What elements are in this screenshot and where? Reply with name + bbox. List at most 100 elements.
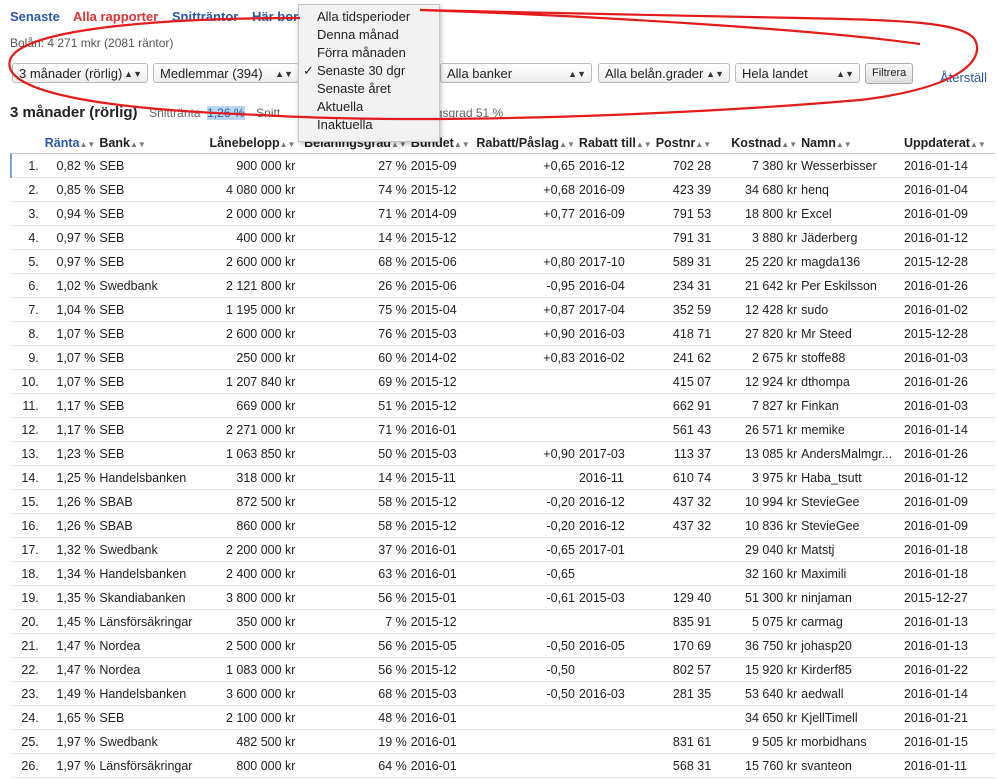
members-select[interactable]: Medlemmar (394) ▲▼ xyxy=(153,63,299,83)
col-header-postcode[interactable]: Postnr▲▼ xyxy=(653,133,730,154)
row-index: 16. xyxy=(11,513,43,538)
table-row[interactable]: 19. 1,35 % Skandiabanken 3 800 000 kr 56 % 20… xyxy=(11,585,995,610)
binding-period-select[interactable]: 3 månader (rörlig) ▲▼ xyxy=(12,63,148,83)
ltv-cell: 58 % xyxy=(297,489,409,514)
banks-select[interactable]: Alla banker ▲▼ xyxy=(440,63,592,83)
filter-button[interactable]: Filtrera xyxy=(865,63,914,84)
table-row[interactable]: 10. 1,07 % SEB 1 207 840 kr 69 % 2015-12 415 0… xyxy=(11,369,995,394)
table-row[interactable]: 5. 0,97 % SEB 2 600 000 kr 68 % 2015-06 +0,80 2… xyxy=(11,249,995,274)
col-header-updated[interactable]: Uppdaterat▲▼ xyxy=(901,133,995,154)
dropdown-option[interactable]: Aktuella xyxy=(299,98,439,116)
col-header-label: Rabatt till xyxy=(578,136,636,150)
table-row[interactable]: 7. 1,04 % SEB 1 195 000 kr 75 % 2015-04 +0,87 2… xyxy=(11,297,995,322)
ltv-cell: 69 % xyxy=(297,369,409,394)
reset-link[interactable]: Återställ xyxy=(940,70,987,85)
sort-icon: ▲▼ xyxy=(635,140,652,149)
bound-cell: 2015-03 xyxy=(408,441,475,466)
cost-cell: 34 650 kr xyxy=(729,705,800,730)
bound-cell: 2015-04 xyxy=(408,297,475,322)
table-row[interactable]: 24. 1,65 % SEB 2 100 000 kr 48 % 2016-01 34 65… xyxy=(11,705,995,730)
table-row[interactable]: 23. 1,49 % Handelsbanken 3 600 000 kr 68 % 20… xyxy=(11,681,995,706)
row-index: 13. xyxy=(11,441,43,466)
discount-cell xyxy=(474,369,577,394)
table-row[interactable]: 4. 0,97 % SEB 400 000 kr 14 % 2015-12 791 31 3 … xyxy=(11,225,995,250)
col-header-amount[interactable]: Lånebelopp▲▼ xyxy=(207,133,298,154)
postcode-cell: 561 43 xyxy=(653,417,730,442)
col-header-name[interactable]: Namn▲▼ xyxy=(799,133,902,154)
dropdown-option[interactable]: Alla tidsperioder xyxy=(299,8,439,26)
dropdown-option[interactable]: Inaktuella xyxy=(299,116,439,134)
name-cell: aedwall xyxy=(799,681,902,706)
col-header-bank[interactable]: Bank▲▼ xyxy=(97,133,208,154)
updated-cell: 2016-01-03 xyxy=(901,345,995,370)
rate-cell: 1,26 % xyxy=(42,513,98,538)
dropdown-option[interactable]: Förra månaden xyxy=(299,44,439,62)
discount-until-cell xyxy=(576,729,654,754)
col-header-rate[interactable]: Ränta▲▼ xyxy=(42,133,98,154)
table-row[interactable]: 20. 1,45 % Länsförsäkringar 350 000 kr 7 % 20… xyxy=(11,609,995,634)
col-header-cost[interactable]: Kostnad▲▼ xyxy=(729,133,800,154)
ltv-cell: 58 % xyxy=(297,513,409,538)
table-row[interactable]: 3. 0,94 % SEB 2 000 000 kr 71 % 2014-09 +0,77 2… xyxy=(11,201,995,226)
table-row[interactable]: 2. 0,85 % SEB 4 080 000 kr 74 % 2015-12 +0,68 2… xyxy=(11,177,995,202)
table-row[interactable]: 21. 1,47 % Nordea 2 500 000 kr 56 % 2015-05 -0… xyxy=(11,633,995,658)
option-label: Aktuella xyxy=(317,99,364,114)
bank-cell: Skandiabanken xyxy=(97,585,208,610)
table-row[interactable]: 12. 1,17 % SEB 2 271 000 kr 71 % 2016-01 561 4… xyxy=(11,417,995,442)
amount-cell: 2 600 000 kr xyxy=(207,321,298,346)
table-row[interactable]: 25. 1,97 % Swedbank 482 500 kr 19 % 2016-01 83… xyxy=(11,729,995,754)
region-select[interactable]: Hela landet ▲▼ xyxy=(735,63,860,83)
nav-alla-rapporter[interactable]: Alla rapporter xyxy=(73,9,158,24)
table-row[interactable]: 8. 1,07 % SEB 2 600 000 kr 76 % 2015-03 +0,90 2… xyxy=(11,321,995,346)
checkmark-icon: ✓ xyxy=(303,63,314,78)
table-row[interactable]: 22. 1,47 % Nordea 1 083 000 kr 56 % 2015-12 -0… xyxy=(11,657,995,682)
bank-cell: SEB xyxy=(97,249,208,274)
select-arrows-icon: ▲▼ xyxy=(836,69,854,79)
bound-cell: 2016-01 xyxy=(408,561,475,586)
rate-cell: 1,65 % xyxy=(42,705,98,730)
row-index: 20. xyxy=(11,609,43,634)
amount-cell: 1 083 000 kr xyxy=(207,657,298,682)
ltv-cell: 76 % xyxy=(297,321,409,346)
table-row[interactable]: 15. 1,26 % SBAB 872 500 kr 58 % 2015-12 -0,20 2… xyxy=(11,489,995,514)
col-header-discount[interactable]: Rabatt/Påslag▲▼ xyxy=(474,133,577,154)
name-cell: AndersMalmgr... xyxy=(799,441,902,466)
table-row[interactable]: 16. 1,26 % SBAB 860 000 kr 58 % 2015-12 -0,20 2… xyxy=(11,513,995,538)
ltv-cell: 56 % xyxy=(297,585,409,610)
discount-until-cell xyxy=(576,561,654,586)
name-cell: johasp20 xyxy=(799,633,902,658)
dropdown-option[interactable]: ✓ Senaste 30 dgr xyxy=(299,62,439,80)
table-row[interactable]: 13. 1,23 % SEB 1 063 850 kr 50 % 2015-03 +0,90… xyxy=(11,441,995,466)
discount-cell: +0,77 xyxy=(474,201,577,226)
nav-senaste[interactable]: Senaste xyxy=(10,9,60,24)
ltv-select[interactable]: Alla belån.grader ▲▼ xyxy=(598,63,730,83)
nav-snittrantor[interactable]: Snitträntor xyxy=(172,9,238,24)
rate-cell: 1,49 % xyxy=(42,681,98,706)
postcode-cell: 281 35 xyxy=(653,681,730,706)
bound-cell: 2015-05 xyxy=(408,633,475,658)
discount-cell: -0,65 xyxy=(474,537,577,562)
table-row[interactable]: 18. 1,34 % Handelsbanken 2 400 000 kr 63 % 20… xyxy=(11,561,995,586)
cost-cell: 53 640 kr xyxy=(729,681,800,706)
table-row[interactable]: 14. 1,25 % Handelsbanken 318 000 kr 14 % 2015… xyxy=(11,465,995,490)
cost-cell: 3 975 kr xyxy=(729,465,800,490)
bound-cell: 2015-01 xyxy=(408,585,475,610)
table-row[interactable]: 6. 1,02 % Swedbank 2 121 800 kr 26 % 2015-06-… xyxy=(11,273,995,298)
discount-until-cell: 2016-09 xyxy=(576,177,654,202)
dropdown-option[interactable]: Denna månad xyxy=(299,26,439,44)
summary-partial: Snitt xyxy=(256,106,281,120)
dropdown-option[interactable]: Senaste året xyxy=(299,80,439,98)
avg-rate-value: 1,26 % xyxy=(207,106,245,120)
updated-cell: 2016-01-09 xyxy=(901,201,995,226)
table-row[interactable]: 11. 1,17 % SEB 669 000 kr 51 % 2015-12 662 91 7… xyxy=(11,393,995,418)
table-row[interactable]: 26. 1,97 % Länsförsäkringar 800 000 kr 64 % 2… xyxy=(11,753,995,778)
table-row[interactable]: 1. 0,82 % SEB 900 000 kr 27 % 2015-09 +0,65 201… xyxy=(10,153,995,178)
ltv-cell: 26 % xyxy=(297,273,409,298)
col-header-discount-until[interactable]: Rabatt till▲▼ xyxy=(576,133,654,154)
row-index: 14. xyxy=(11,465,43,490)
cost-cell: 15 920 kr xyxy=(729,657,800,682)
table-row[interactable]: 9. 1,07 % SEB 250 000 kr 60 % 2014-02 +0,83 201… xyxy=(11,345,995,370)
table-row[interactable]: 17. 1,32 % Swedbank 2 200 000 kr 37 % 2016-01… xyxy=(11,537,995,562)
postcode-cell: 352 59 xyxy=(653,297,730,322)
amount-cell: 2 000 000 kr xyxy=(207,201,298,226)
